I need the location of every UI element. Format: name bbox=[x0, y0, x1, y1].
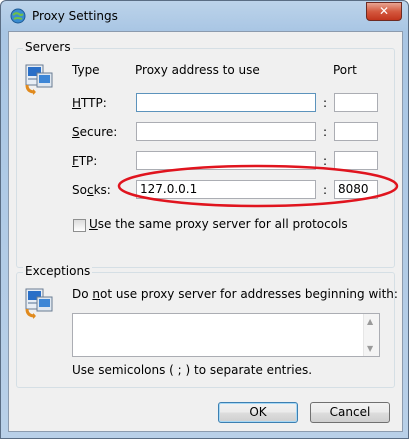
close-icon: ✕ bbox=[378, 4, 390, 18]
socks-highlight-annotation bbox=[117, 164, 399, 208]
network-computer-icon bbox=[25, 64, 53, 95]
exceptions-scrollbar[interactable]: ▲ ▼ bbox=[363, 314, 379, 356]
type-column-header: Type bbox=[72, 63, 100, 77]
same-proxy-checkbox[interactable] bbox=[73, 219, 86, 232]
http-port-input[interactable] bbox=[334, 93, 378, 112]
proxy-settings-window: Proxy Settings ✕ Servers Type Proxy addr… bbox=[0, 0, 409, 439]
secure-port-input[interactable] bbox=[334, 122, 378, 141]
cancel-button[interactable]: Cancel bbox=[310, 402, 390, 423]
socks-label: Socks: bbox=[72, 183, 111, 197]
address-column-header: Proxy address to use bbox=[135, 63, 260, 77]
title-bar: Proxy Settings ✕ bbox=[1, 1, 408, 31]
servers-group: Servers Type Proxy address to use Port H… bbox=[16, 40, 395, 268]
exceptions-textarea[interactable]: ▲ ▼ bbox=[72, 313, 380, 357]
exceptions-group-label: Exceptions bbox=[23, 264, 93, 278]
exceptions-description: Do not use proxy server for addresses be… bbox=[72, 287, 398, 301]
secure-label: Secure: bbox=[72, 125, 118, 139]
same-proxy-label[interactable]: Use the same proxy server for all protoc… bbox=[89, 217, 348, 231]
secure-label-access-key: S bbox=[72, 125, 80, 139]
socks-label-access-key: c bbox=[86, 183, 94, 197]
dialog-body: Servers Type Proxy address to use Port H… bbox=[8, 31, 403, 432]
http-label: HTTP: bbox=[72, 96, 107, 110]
port-column-header: Port bbox=[333, 63, 357, 77]
servers-group-label: Servers bbox=[23, 40, 73, 54]
exceptions-group: Exceptions Do not use proxy server for a… bbox=[16, 264, 398, 388]
close-button[interactable]: ✕ bbox=[366, 2, 402, 21]
exceptions-access-key: n bbox=[92, 287, 101, 301]
ftp-label-access-key: F bbox=[72, 154, 79, 168]
http-label-access-key: H bbox=[72, 96, 82, 110]
http-colon: : bbox=[323, 96, 328, 110]
http-address-input[interactable] bbox=[136, 93, 316, 112]
exceptions-network-icon bbox=[25, 288, 53, 319]
scroll-down-icon[interactable]: ▼ bbox=[367, 344, 373, 353]
scroll-up-icon[interactable]: ▲ bbox=[367, 317, 373, 326]
exceptions-hint: Use semicolons ( ; ) to separate entries… bbox=[72, 363, 313, 377]
window-title: Proxy Settings bbox=[32, 9, 118, 23]
secure-address-input[interactable] bbox=[136, 122, 316, 141]
internet-options-icon bbox=[10, 8, 26, 24]
ftp-label: FTP: bbox=[72, 154, 98, 168]
ok-button[interactable]: OK bbox=[218, 402, 298, 423]
secure-colon: : bbox=[323, 125, 328, 139]
same-proxy-access-key: U bbox=[89, 217, 98, 231]
